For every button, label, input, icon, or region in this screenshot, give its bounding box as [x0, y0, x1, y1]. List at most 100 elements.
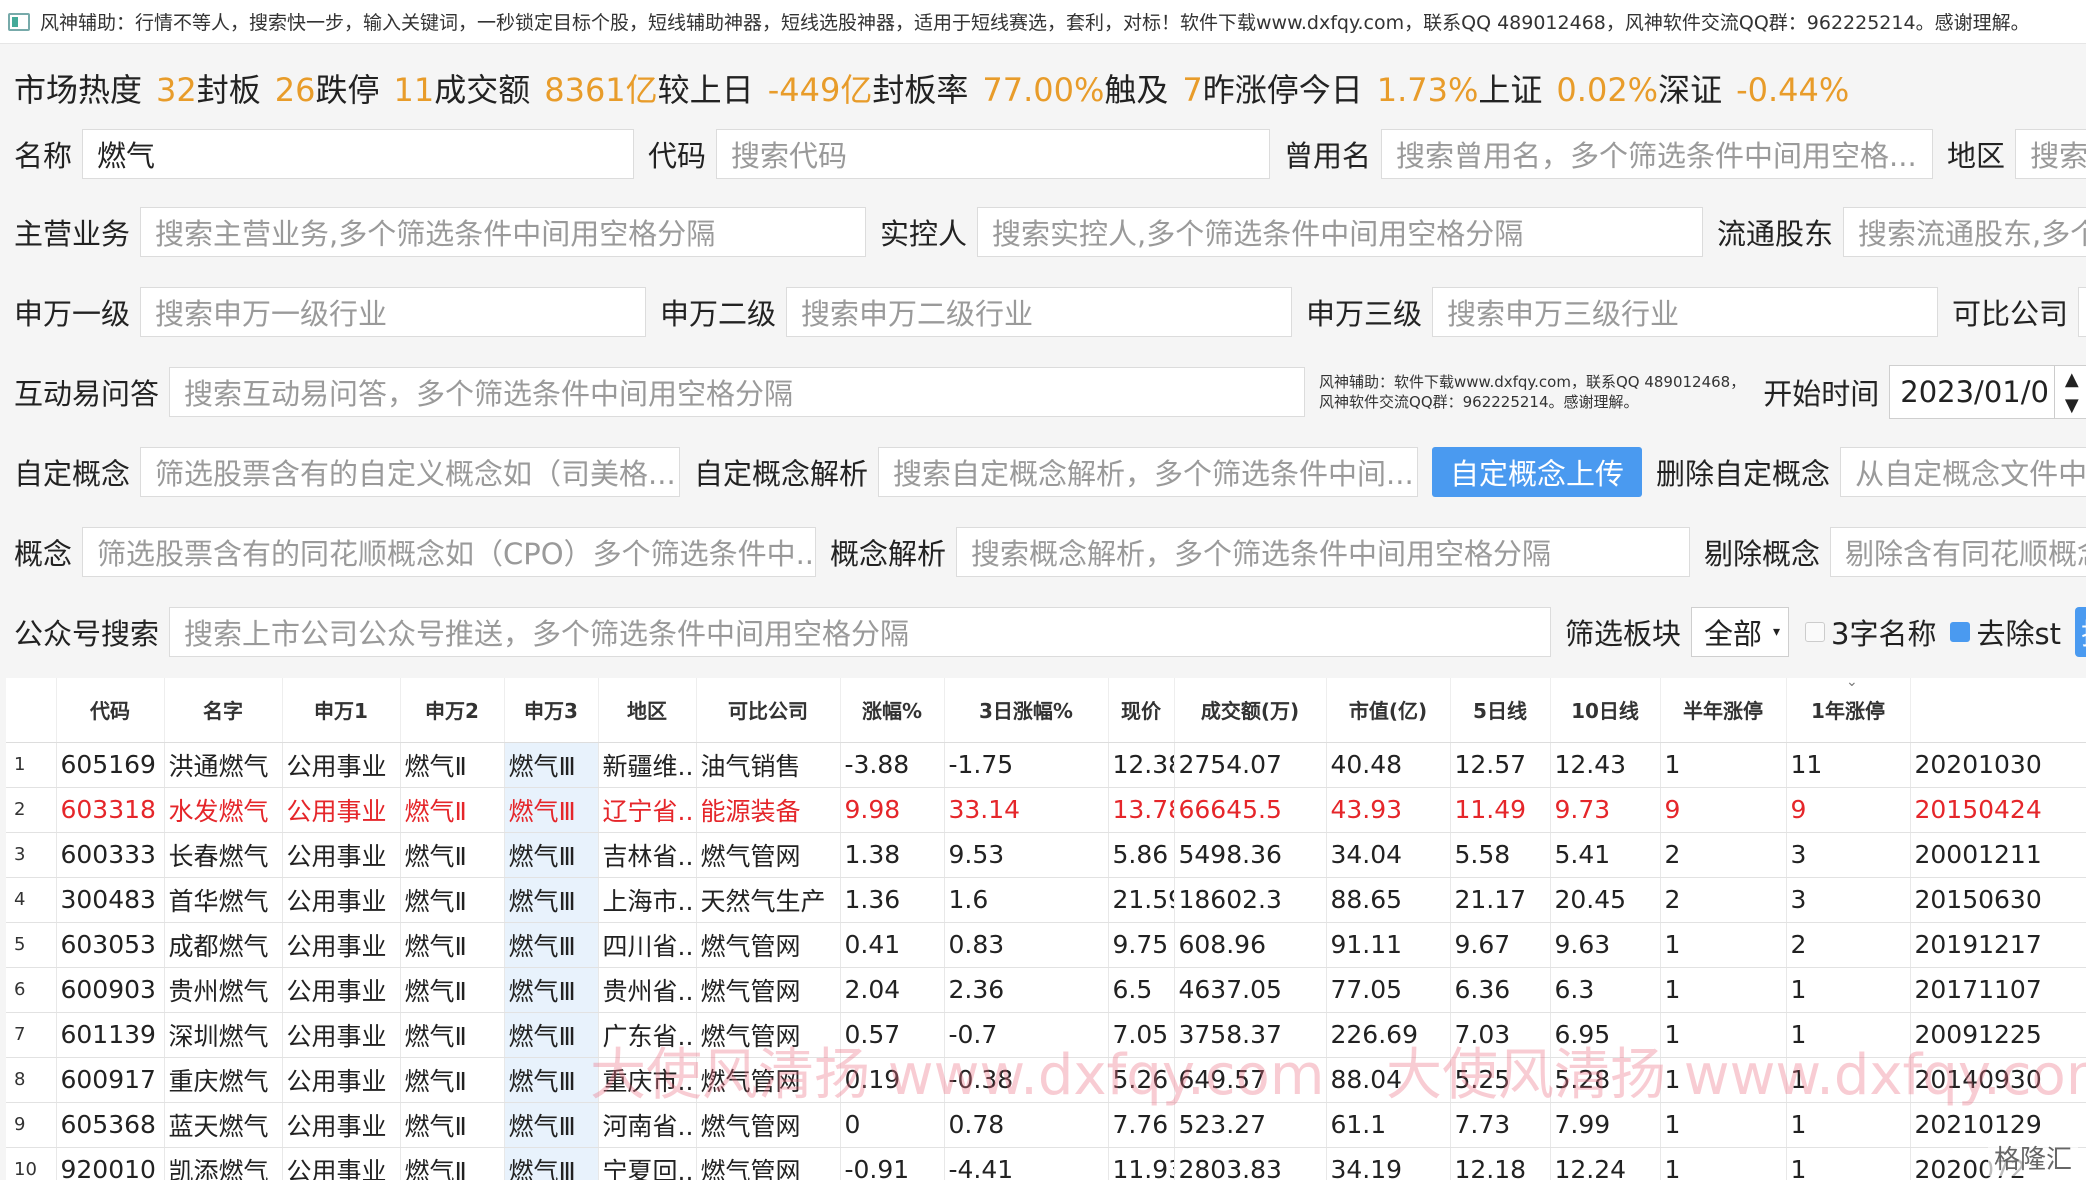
table-cell[interactable]: 12.57: [1450, 742, 1551, 788]
column-header[interactable]: 可比公司: [696, 678, 841, 743]
table-cell[interactable]: 1: [1786, 1012, 1911, 1058]
table-cell[interactable]: 燃气管网: [696, 1147, 841, 1180]
table-cell[interactable]: 四川省...: [598, 922, 697, 968]
table-cell[interactable]: 辽宁省...: [598, 787, 697, 833]
table-cell[interactable]: 公用事业: [282, 742, 401, 788]
table-cell[interactable]: 20191217: [1910, 922, 2086, 968]
row-index[interactable]: 8: [6, 1057, 57, 1103]
column-header[interactable]: 3日涨幅%: [944, 678, 1109, 743]
table-row[interactable]: 9 605368 蓝天燃气 公用事业 燃气Ⅱ 燃气Ⅲ 河南省... 燃气管网 0 0.78 7.76…: [6, 1102, 2086, 1148]
column-header[interactable]: [1910, 678, 2086, 743]
table-cell[interactable]: 603053: [56, 922, 165, 968]
table-row[interactable]: 7 601139 深圳燃气 公用事业 燃气Ⅱ 燃气Ⅲ 广东省... 燃气管网 0.57 -0.7 7…: [6, 1012, 2086, 1058]
search-button[interactable]: 搜: [2074, 607, 2086, 657]
table-cell[interactable]: 燃气Ⅲ: [504, 922, 599, 968]
table-cell[interactable]: 2754.07: [1174, 742, 1327, 788]
table-cell[interactable]: 649.57: [1174, 1057, 1327, 1103]
table-cell[interactable]: 洪通燃气: [164, 742, 283, 788]
table-cell[interactable]: 34.19: [1326, 1147, 1451, 1180]
table-cell[interactable]: 5498.36: [1174, 832, 1327, 878]
table-cell[interactable]: 20150630: [1910, 877, 2086, 923]
table-cell[interactable]: 6.5: [1108, 967, 1175, 1013]
table-cell[interactable]: 燃气Ⅲ: [504, 742, 599, 788]
table-cell[interactable]: 燃气管网: [696, 922, 841, 968]
table-cell[interactable]: 20150424: [1910, 787, 2086, 833]
table-cell[interactable]: 12.24: [1550, 1147, 1661, 1180]
table-cell[interactable]: 燃气Ⅱ: [400, 787, 505, 833]
table-cell[interactable]: 燃气Ⅲ: [504, 967, 599, 1013]
table-cell[interactable]: 公用事业: [282, 832, 401, 878]
table-cell[interactable]: 1: [1786, 967, 1911, 1013]
table-row[interactable]: 2 603318 水发燃气 公用事业 燃气Ⅱ 燃气Ⅲ 辽宁省... 能源装备 9.98 33.14…: [6, 787, 2086, 833]
comparable-input[interactable]: [2078, 287, 2086, 337]
table-cell[interactable]: 吉林省...: [598, 832, 697, 878]
column-header[interactable]: 申万1: [282, 678, 401, 743]
table-cell[interactable]: 燃气Ⅲ: [504, 787, 599, 833]
table-cell[interactable]: 7.76: [1108, 1102, 1175, 1148]
table-cell[interactable]: 宁夏回...: [598, 1147, 697, 1180]
table-cell[interactable]: 600333: [56, 832, 165, 878]
table-cell[interactable]: 9.73: [1550, 787, 1661, 833]
row-index[interactable]: 9: [6, 1102, 57, 1148]
spin-up-icon[interactable]: ▲: [2065, 369, 2079, 390]
table-cell[interactable]: 重庆燃气: [164, 1057, 283, 1103]
table-cell[interactable]: 6.95: [1550, 1012, 1661, 1058]
table-cell[interactable]: 公用事业: [282, 1147, 401, 1180]
table-cell[interactable]: 水发燃气: [164, 787, 283, 833]
table-row[interactable]: 10 920010 凯添燃气 公用事业 燃气Ⅱ 燃气Ⅲ 宁夏回... 燃气管网 -0.91 -4.…: [6, 1147, 2086, 1180]
table-cell[interactable]: 40.48: [1326, 742, 1451, 788]
table-cell[interactable]: 77.05: [1326, 967, 1451, 1013]
table-cell[interactable]: 5.26: [1108, 1057, 1175, 1103]
column-header[interactable]: 地区: [598, 678, 697, 743]
row-index[interactable]: 4: [6, 877, 57, 923]
table-cell[interactable]: 公用事业: [282, 1012, 401, 1058]
table-cell[interactable]: 20171107: [1910, 967, 2086, 1013]
table-cell[interactable]: 4637.05: [1174, 967, 1327, 1013]
table-cell[interactable]: 9.98: [840, 787, 945, 833]
table-cell[interactable]: 燃气Ⅱ: [400, 1012, 505, 1058]
table-cell[interactable]: 燃气管网: [696, 1057, 841, 1103]
table-cell[interactable]: 7.03: [1450, 1012, 1551, 1058]
table-cell[interactable]: 20.45: [1550, 877, 1661, 923]
region-input[interactable]: 搜索: [2015, 129, 2086, 179]
table-cell[interactable]: 66645.5: [1174, 787, 1327, 833]
table-cell[interactable]: 11: [1786, 742, 1911, 788]
row-index[interactable]: 6: [6, 967, 57, 1013]
table-cell[interactable]: 9: [1660, 787, 1787, 833]
column-header[interactable]: 现价: [1108, 678, 1175, 743]
table-cell[interactable]: 0.19: [840, 1057, 945, 1103]
table-cell[interactable]: 2: [1786, 922, 1911, 968]
table-cell[interactable]: 凯添燃气: [164, 1147, 283, 1180]
table-cell[interactable]: 燃气Ⅱ: [400, 832, 505, 878]
table-cell[interactable]: 5.58: [1450, 832, 1551, 878]
table-cell[interactable]: 21.17: [1450, 877, 1551, 923]
table-cell[interactable]: 公用事业: [282, 877, 401, 923]
table-cell[interactable]: 公用事业: [282, 787, 401, 833]
table-cell[interactable]: 首华燃气: [164, 877, 283, 923]
table-cell[interactable]: 5.86: [1108, 832, 1175, 878]
table-cell[interactable]: 13.78: [1108, 787, 1175, 833]
column-header[interactable]: 名字: [164, 678, 283, 743]
table-cell[interactable]: 5.28: [1550, 1057, 1661, 1103]
table-cell[interactable]: 1: [1660, 1057, 1787, 1103]
table-cell[interactable]: 1: [1786, 1147, 1911, 1180]
table-cell[interactable]: 燃气Ⅲ: [504, 1012, 599, 1058]
table-cell[interactable]: 贵州燃气: [164, 967, 283, 1013]
table-cell[interactable]: 6.3: [1550, 967, 1661, 1013]
table-cell[interactable]: 2: [1660, 832, 1787, 878]
table-cell[interactable]: 600903: [56, 967, 165, 1013]
table-row[interactable]: 6 600903 贵州燃气 公用事业 燃气Ⅱ 燃气Ⅲ 贵州省... 燃气管网 2.04 2.36 6…: [6, 967, 2086, 1013]
exclude-concept-input[interactable]: 剔除含有同花顺概念: [1830, 527, 2086, 577]
table-cell[interactable]: 燃气Ⅲ: [504, 1147, 599, 1180]
table-cell[interactable]: 燃气管网: [696, 1012, 841, 1058]
column-header[interactable]: 成交额(万): [1174, 678, 1327, 743]
table-cell[interactable]: 91.11: [1326, 922, 1451, 968]
table-cell[interactable]: 1: [1660, 1102, 1787, 1148]
table-cell[interactable]: 61.1: [1326, 1102, 1451, 1148]
column-header[interactable]: 代码: [56, 678, 165, 743]
table-cell[interactable]: 成都燃气: [164, 922, 283, 968]
board-select[interactable]: 全部 ▾: [1691, 607, 1790, 657]
table-cell[interactable]: 603318: [56, 787, 165, 833]
table-cell[interactable]: 2803.83: [1174, 1147, 1327, 1180]
table-cell[interactable]: -3.88: [840, 742, 945, 788]
